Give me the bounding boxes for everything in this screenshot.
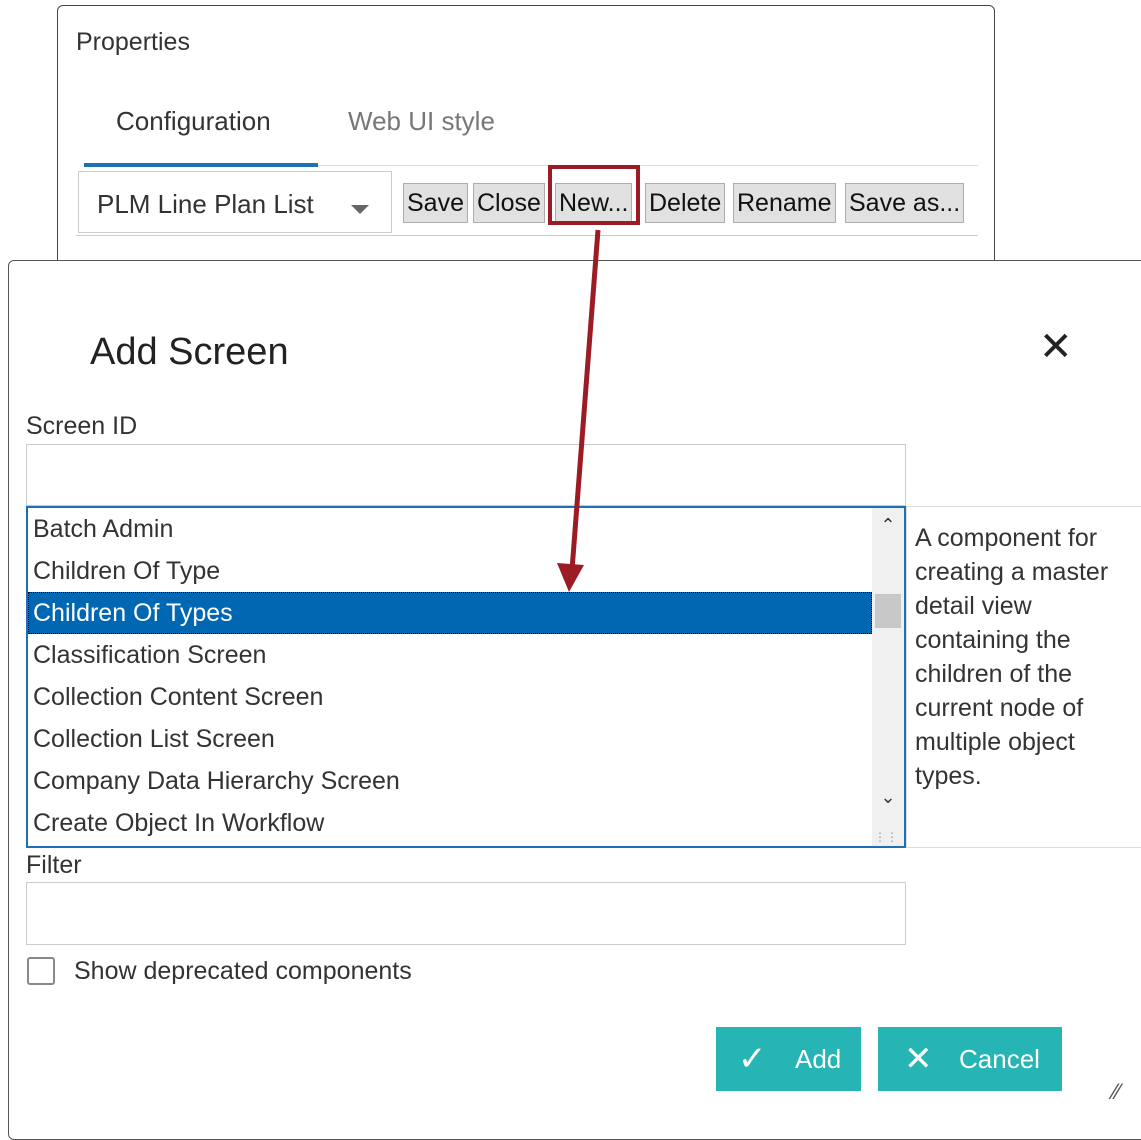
list-item[interactable]: Collection List Screen (28, 718, 872, 760)
list-item[interactable]: Classification Screen (28, 634, 872, 676)
component-listbox[interactable]: Batch Admin Children Of Type Children Of… (26, 506, 906, 848)
properties-title: Properties (76, 28, 190, 56)
close-icon[interactable]: ✕ (1039, 327, 1073, 367)
list-scrollbar[interactable]: ⌃ ⌄ (872, 508, 904, 846)
caret-down-icon (351, 205, 369, 214)
filter-label: Filter (26, 851, 82, 879)
properties-panel: Properties Configuration Web UI style PL… (57, 5, 995, 295)
list-item[interactable]: Children Of Type (28, 550, 872, 592)
list-items: Batch Admin Children Of Type Children Of… (28, 508, 872, 844)
resize-grip-icon[interactable]: ⋮⋮ (874, 830, 898, 844)
dialog-title: Add Screen (90, 331, 289, 373)
screen-dropdown[interactable]: PLM Line Plan List (78, 171, 392, 233)
screen-dropdown-value: PLM Line Plan List (97, 189, 314, 219)
save-as-button[interactable]: Save as... (845, 183, 965, 223)
list-item[interactable]: Batch Admin (28, 508, 872, 550)
tab-divider (318, 165, 978, 166)
x-icon: ✕ (904, 1040, 933, 1078)
filter-input[interactable] (26, 882, 906, 945)
screen-id-input[interactable] (26, 444, 906, 506)
tab-web-ui-style[interactable]: Web UI style (348, 106, 495, 137)
cancel-button[interactable]: ✕ Cancel (878, 1027, 1062, 1091)
add-button-label: Add (795, 1044, 842, 1074)
show-deprecated-label: Show deprecated components (74, 957, 412, 985)
new-button-highlight (548, 165, 640, 225)
delete-button[interactable]: Delete (645, 183, 726, 223)
list-item[interactable]: Collection Content Screen (28, 676, 872, 718)
chevron-down-icon[interactable]: ⌄ (872, 784, 904, 810)
add-screen-dialog: Add Screen ✕ Screen ID Batch Admin Child… (8, 260, 1141, 1140)
tab-configuration[interactable]: Configuration (116, 106, 271, 137)
toolbar: PLM Line Plan List Save Close New... Del… (76, 169, 978, 236)
save-button[interactable]: Save (403, 183, 468, 223)
rename-button[interactable]: Rename (733, 183, 836, 223)
cancel-button-label: Cancel (959, 1044, 1040, 1074)
list-item[interactable]: Create Object In Workflow (28, 802, 872, 844)
show-deprecated-checkbox[interactable] (27, 957, 55, 985)
component-description: A component for creating a master detail… (906, 506, 1141, 848)
active-tab-indicator (84, 163, 318, 167)
close-button[interactable]: Close (473, 183, 545, 223)
scrollbar-thumb[interactable] (875, 594, 901, 628)
dialog-resize-icon[interactable]: ⁄⁄ (1113, 1079, 1120, 1105)
chevron-up-icon[interactable]: ⌃ (872, 512, 904, 538)
list-item-selected[interactable]: Children Of Types (28, 592, 872, 634)
screen-id-label: Screen ID (26, 412, 138, 440)
list-item[interactable]: Company Data Hierarchy Screen (28, 760, 872, 802)
checkmark-icon: ✓ (738, 1040, 767, 1078)
add-button[interactable]: ✓ Add (716, 1027, 861, 1091)
